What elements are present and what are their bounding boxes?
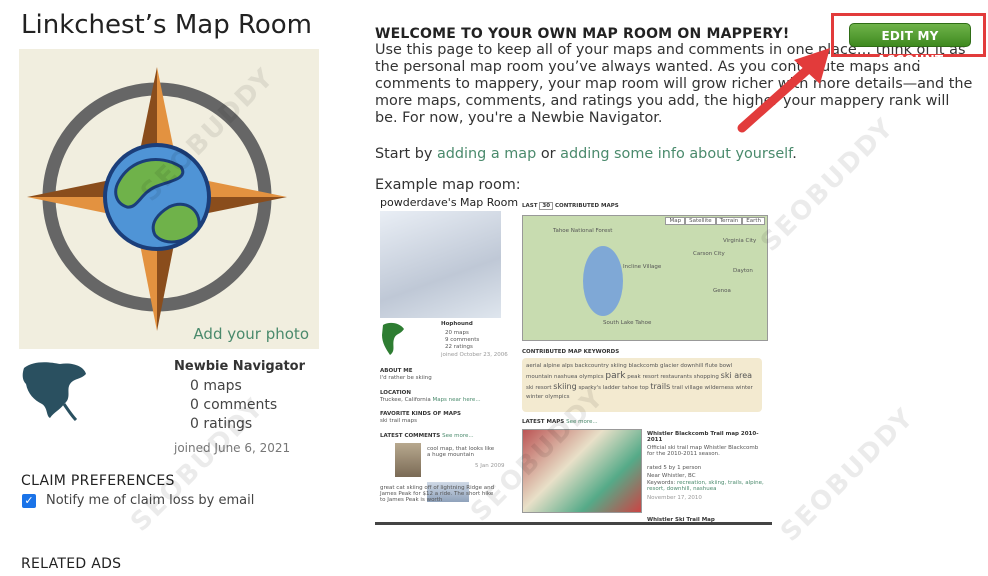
related-ads-heading: RELATED ADS xyxy=(21,556,122,572)
maps-count[interactable]: 0 maps xyxy=(190,378,242,394)
profile-photo[interactable]: Add your photo xyxy=(19,49,319,349)
claim-preferences-heading: CLAIM PREFERENCES xyxy=(21,473,175,489)
add-map-link[interactable]: adding a map xyxy=(437,146,536,162)
example-title: powderdave's Map Room xyxy=(380,196,519,209)
edit-account-button[interactable]: EDIT MY ACCOUNT xyxy=(849,23,971,67)
joined-date: joined June 6, 2021 xyxy=(174,441,291,455)
example-latest-map-thumb xyxy=(522,429,642,513)
add-photo-link[interactable]: Add your photo xyxy=(193,325,309,343)
claim-notify-option[interactable]: ✓ Notify me of claim loss by email xyxy=(22,493,254,508)
rank-label: Newbie Navigator xyxy=(174,359,306,374)
example-map-room-image: powderdave's Map Room Hophound 20 maps 9… xyxy=(375,193,772,525)
comment-thumb xyxy=(395,443,421,477)
example-keyword-cloud: aerial alpine alps backcountry skiing bl… xyxy=(522,358,762,412)
north-america-map-icon xyxy=(22,362,86,422)
add-info-link[interactable]: adding some info about yourself xyxy=(560,146,792,162)
checkbox-checked-icon[interactable]: ✓ xyxy=(22,493,36,508)
example-ski-photo xyxy=(380,211,501,318)
ratings-count[interactable]: 0 ratings xyxy=(190,416,252,432)
start-line: Start by adding a map or adding some inf… xyxy=(375,146,797,162)
lake-tahoe-shape xyxy=(583,246,623,316)
comments-count[interactable]: 0 comments xyxy=(190,397,277,413)
example-label: Example map room: xyxy=(375,177,521,193)
red-arrow-icon xyxy=(737,48,830,133)
profile-sidebar: Linkchest’s Map Room Add your photo Newb… xyxy=(0,0,330,576)
example-globe-icon xyxy=(382,322,404,355)
page-title: Linkchest’s Map Room xyxy=(21,10,313,40)
claim-notify-label: Notify me of claim loss by email xyxy=(46,493,255,508)
example-map: Map Satellite Terrain Earth Tahoe Nation… xyxy=(522,215,768,341)
watermark: SEOBUDDY xyxy=(775,402,921,548)
compass-rose-icon xyxy=(27,67,287,331)
